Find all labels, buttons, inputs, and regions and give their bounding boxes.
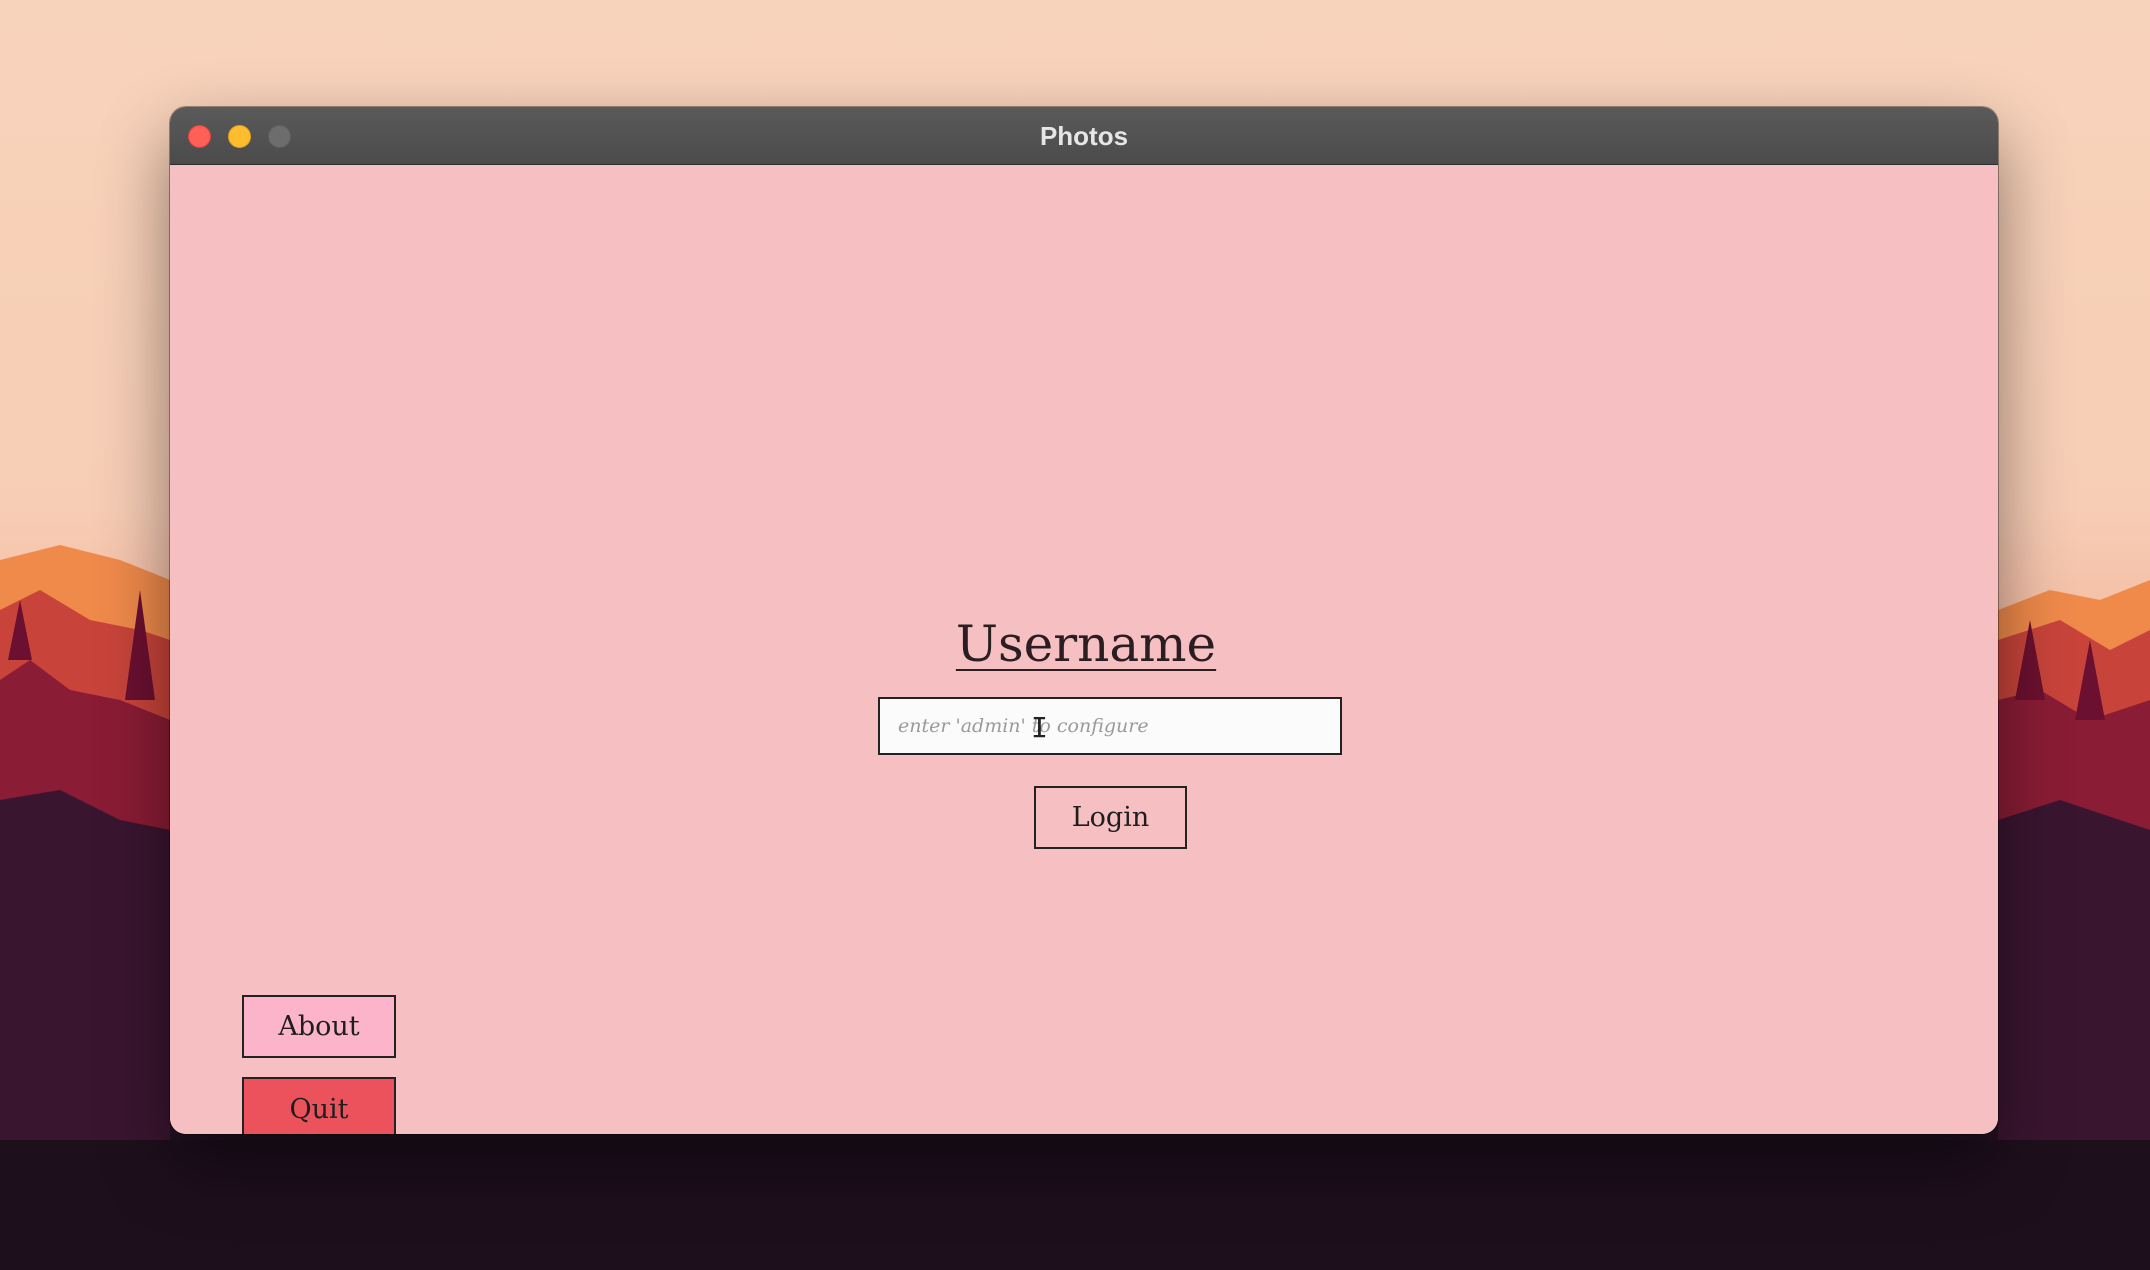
login-button[interactable]: Login [1034, 786, 1187, 849]
about-button[interactable]: About [242, 995, 396, 1058]
username-heading: Username [955, 615, 1217, 673]
app-window: Photos Username I Login About Quit [170, 107, 1998, 1134]
window-title: Photos [1039, 121, 1129, 151]
login-panel: Username I Login About Quit [170, 165, 1998, 1134]
desktop-wallpaper: Photos Username I Login About Quit [0, 0, 2150, 1270]
window-titlebar[interactable]: Photos [170, 107, 1998, 165]
quit-button[interactable]: Quit [242, 1077, 396, 1134]
username-input[interactable] [878, 697, 1342, 755]
